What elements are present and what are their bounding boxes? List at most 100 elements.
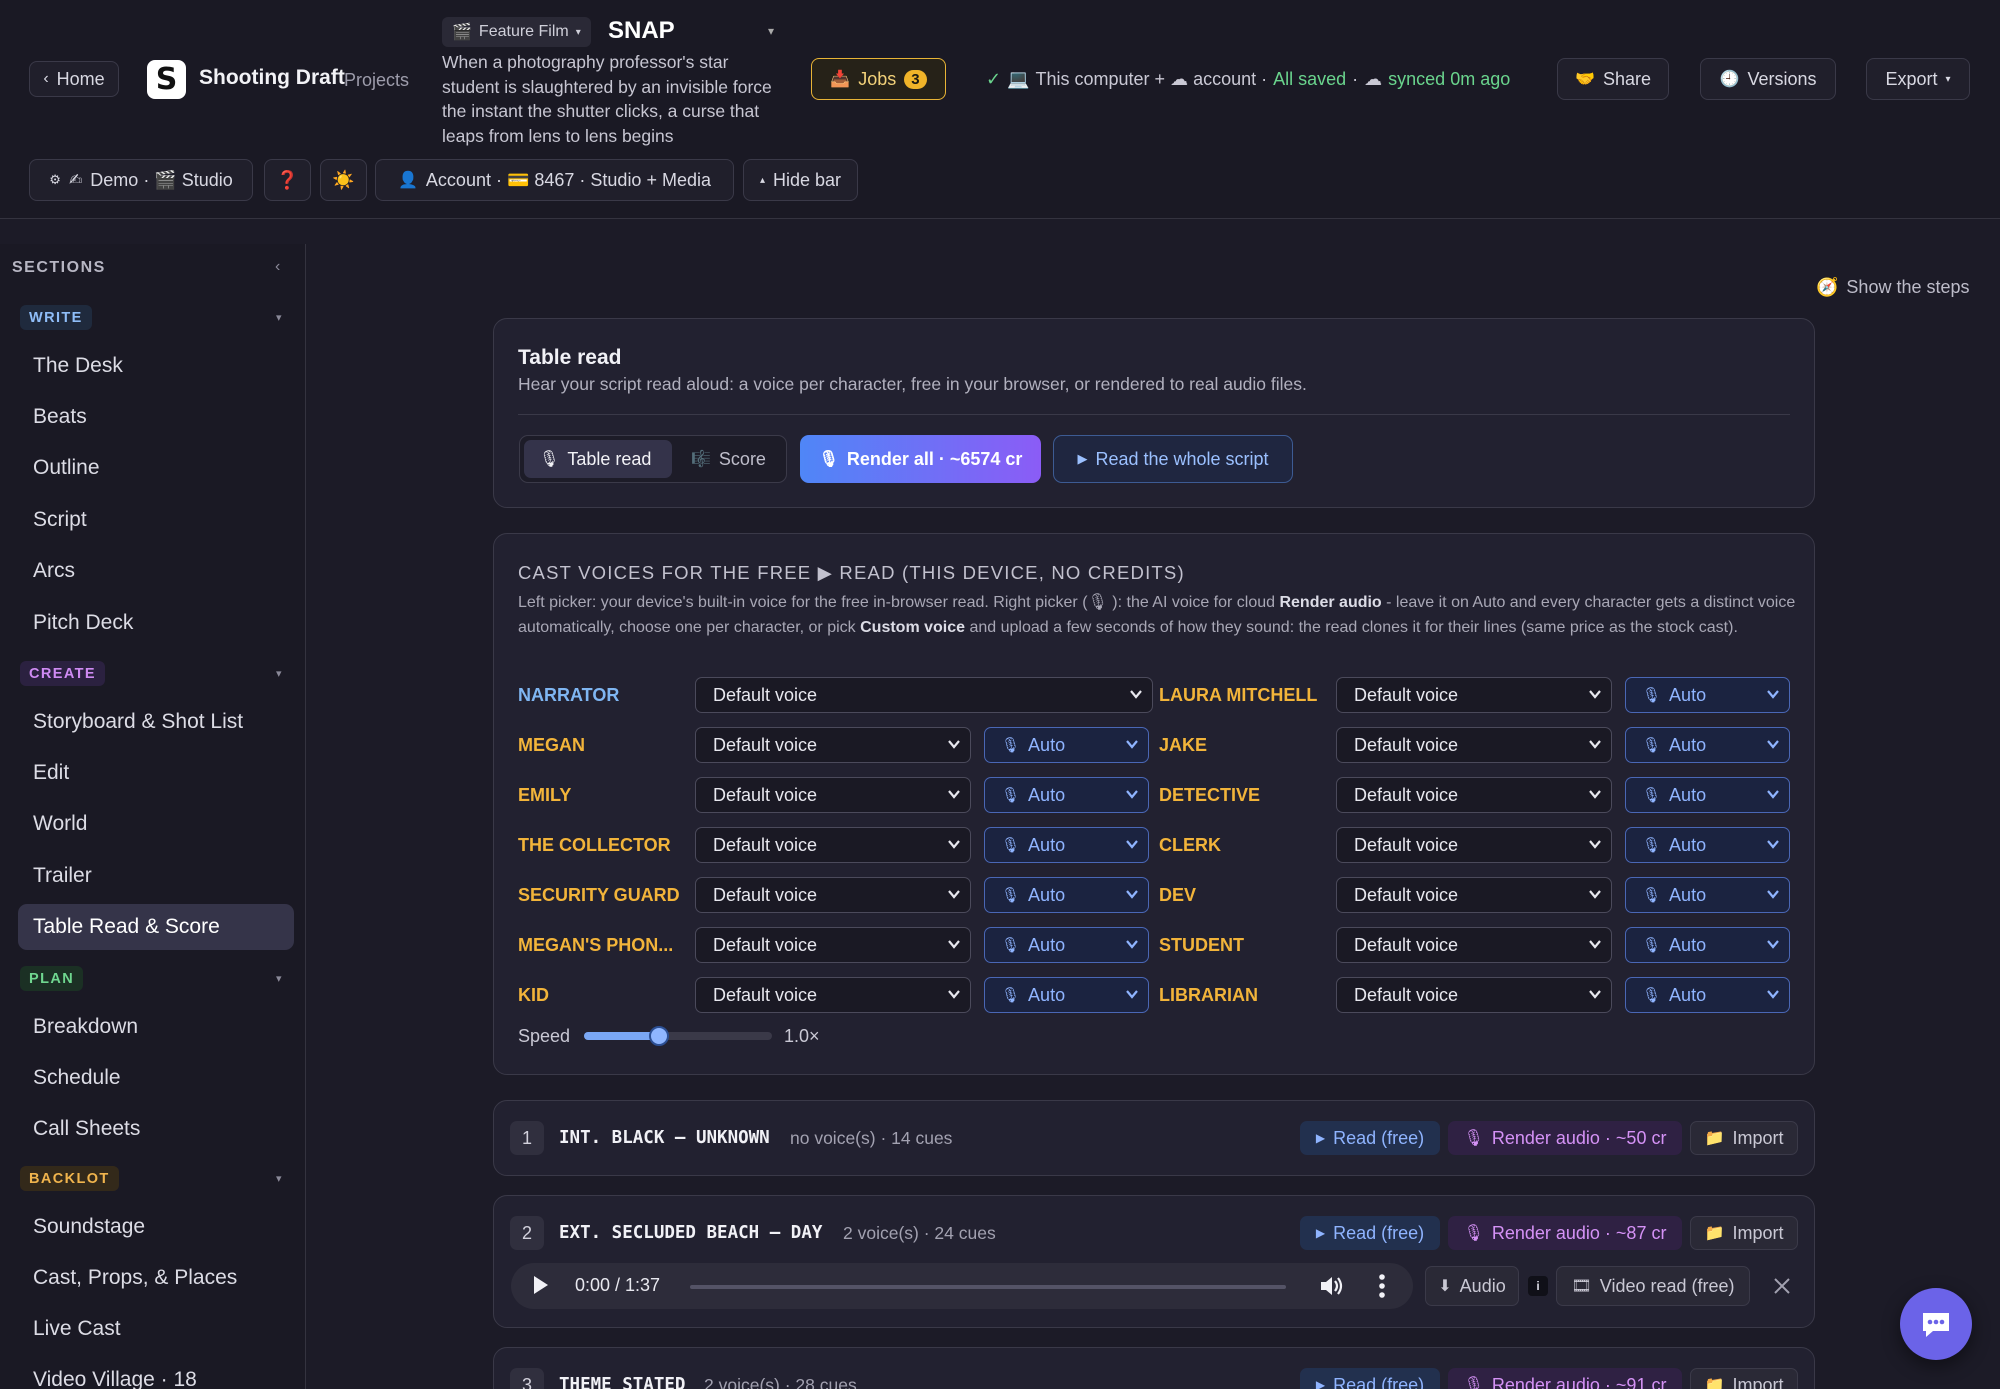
film-type-select[interactable]: 🎬 Feature Film ▾ — [442, 17, 591, 47]
film-title[interactable]: SNAP — [608, 17, 675, 45]
ai-voice-select[interactable]: 🎙 Auto — [984, 827, 1149, 863]
scene-heading[interactable]: INT. BLACK – UNKNOWN — [559, 1128, 770, 1148]
device-voice-select[interactable]: Default voice — [695, 827, 971, 863]
chat-button[interactable] — [1900, 1288, 1972, 1360]
scene-heading[interactable]: EXT. SECLUDED BEACH – DAY — [559, 1223, 822, 1243]
sidebar-item-edit[interactable]: Edit — [18, 750, 294, 796]
tab-table-read[interactable]: 🎙 Table read — [524, 440, 672, 478]
group-write[interactable]: WRITE — [20, 305, 92, 330]
ai-voice-select[interactable]: 🎙 Auto — [984, 877, 1149, 913]
help-button[interactable]: ❓ — [264, 159, 311, 201]
import-button[interactable]: 📁 Import — [1690, 1216, 1798, 1250]
ai-voice-select[interactable]: 🎙 Auto — [984, 727, 1149, 763]
tab-score[interactable]: 🎼 Score — [676, 440, 784, 478]
device-voice-select[interactable]: Default voice — [1336, 927, 1612, 963]
export-button[interactable]: Export ▾ — [1866, 58, 1970, 100]
ai-voice-select[interactable]: 🎙 Auto — [1625, 677, 1790, 713]
sidebar-item-beats[interactable]: Beats — [18, 394, 294, 440]
scene-heading[interactable]: THEME STATED — [559, 1375, 685, 1389]
ai-voice-select[interactable]: 🎙 Auto — [1625, 727, 1790, 763]
theme-toggle[interactable]: ☀️ — [320, 159, 367, 201]
chevron-down-icon[interactable]: ▾ — [276, 311, 282, 324]
sidebar-item-outline[interactable]: Outline — [18, 445, 294, 491]
chevron-down-icon[interactable]: ▾ — [276, 1172, 282, 1185]
import-button[interactable]: 📁 Import — [1690, 1121, 1798, 1155]
read-whole-script-button[interactable]: ▶ Read the whole script — [1053, 435, 1293, 483]
chevron-down-icon — [1126, 840, 1138, 849]
sidebar-item-pitch-deck[interactable]: Pitch Deck — [18, 600, 294, 646]
microphone-icon: 🎙 — [1463, 1225, 1484, 1242]
chevron-down-icon — [1767, 840, 1779, 849]
share-button[interactable]: 🤝 Share — [1557, 58, 1669, 100]
group-plan[interactable]: PLAN — [20, 966, 84, 991]
device-voice-select[interactable]: Default voice — [1336, 677, 1612, 713]
home-button[interactable]: ‹ Home — [29, 61, 119, 97]
audio-progress-track[interactable] — [690, 1285, 1286, 1289]
sidebar-item-trailer[interactable]: Trailer — [18, 853, 294, 899]
character-name: KID — [518, 985, 549, 1005]
sidebar-item-storyboard[interactable]: Storyboard & Shot List — [18, 699, 294, 745]
render-audio-button[interactable]: 🎙 Render audio · ~50 cr — [1448, 1121, 1682, 1155]
speed-slider-handle[interactable] — [649, 1026, 670, 1046]
speed-slider[interactable] — [584, 1026, 772, 1046]
device-voice-select[interactable]: Default voice — [1336, 877, 1612, 913]
play-icon[interactable] — [534, 1276, 548, 1294]
sidebar-item-script[interactable]: Script — [18, 497, 294, 543]
sidebar-item-cast-props-places[interactable]: Cast, Props, & Places — [18, 1255, 294, 1301]
volume-icon[interactable] — [1317, 1272, 1345, 1300]
info-icon[interactable]: i — [1528, 1276, 1548, 1296]
ai-voice-select[interactable]: 🎙 Auto — [1625, 777, 1790, 813]
sidebar-item-soundstage[interactable]: Soundstage — [18, 1204, 294, 1250]
ai-voice-select[interactable]: 🎙 Auto — [1625, 927, 1790, 963]
device-voice-select[interactable]: Default voice — [695, 977, 971, 1013]
sidebar-item-schedule[interactable]: Schedule — [18, 1055, 294, 1101]
import-button[interactable]: 📁 Import — [1690, 1368, 1798, 1389]
account-button[interactable]: 👤 Account · 💳 8467 · Studio + Media — [375, 159, 734, 201]
group-backlot[interactable]: BACKLOT — [20, 1166, 119, 1191]
read-free-button[interactable]: ▶ Read (free) — [1300, 1121, 1440, 1155]
sidebar-item-video-village[interactable]: Video Village · 18 — [18, 1357, 294, 1389]
device-voice-select[interactable]: Default voice — [1336, 977, 1612, 1013]
sidebar-item-live-cast[interactable]: Live Cast — [18, 1306, 294, 1352]
device-voice-select[interactable]: Default voice — [695, 927, 971, 963]
jobs-button[interactable]: 📥 Jobs 3 — [811, 58, 946, 100]
render-all-button[interactable]: 🎙 Render all · ~6574 cr — [800, 435, 1041, 483]
render-audio-button[interactable]: 🎙 Render audio · ~91 cr — [1448, 1368, 1682, 1389]
device-voice-select[interactable]: Default voice — [695, 727, 971, 763]
versions-button[interactable]: 🕘 Versions — [1700, 58, 1836, 100]
show-steps-toggle[interactable]: 🧭 Show the steps — [1816, 277, 1970, 298]
device-voice-select[interactable]: Default voice — [1336, 727, 1612, 763]
read-free-button[interactable]: ▶ Read (free) — [1300, 1368, 1440, 1389]
sidebar-item-world[interactable]: World — [18, 801, 294, 847]
chevron-down-icon[interactable]: ▾ — [276, 972, 282, 985]
ai-voice-select[interactable]: 🎙 Auto — [1625, 877, 1790, 913]
ai-voice-select[interactable]: 🎙 Auto — [1625, 827, 1790, 863]
more-vertical-icon[interactable] — [1378, 1273, 1386, 1299]
sidebar-item-breakdown[interactable]: Breakdown — [18, 1004, 294, 1050]
device-voice-select[interactable]: Default voice — [695, 677, 1153, 713]
sidebar-item-call-sheets[interactable]: Call Sheets — [18, 1106, 294, 1152]
mode-button[interactable]: ⚙ ✍ Demo · 🎬 Studio — [29, 159, 253, 201]
read-free-button[interactable]: ▶ Read (free) — [1300, 1216, 1440, 1250]
device-voice-select[interactable]: Default voice — [1336, 777, 1612, 813]
sidebar-item-arcs[interactable]: Arcs — [18, 548, 294, 594]
chevron-down-icon[interactable]: ▾ — [276, 667, 282, 680]
sidebar-item-the-desk[interactable]: The Desk — [18, 343, 294, 389]
sidebar-item-table-read-score[interactable]: Table Read & Score — [18, 904, 294, 950]
hide-bar-button[interactable]: ▴ Hide bar — [743, 159, 858, 201]
ai-voice-select[interactable]: 🎙 Auto — [1625, 977, 1790, 1013]
device-voice-select[interactable]: Default voice — [1336, 827, 1612, 863]
video-read-button[interactable]: 🎞 Video read (free) — [1556, 1266, 1750, 1306]
ai-voice-select[interactable]: 🎙 Auto — [984, 927, 1149, 963]
projects-link[interactable]: Projects — [344, 70, 409, 91]
title-chevron-icon[interactable]: ▾ — [768, 24, 774, 38]
collapse-sidebar-icon[interactable]: ‹ — [275, 258, 280, 276]
group-create[interactable]: CREATE — [20, 661, 105, 686]
device-voice-select[interactable]: Default voice — [695, 877, 971, 913]
download-audio-button[interactable]: ⬇ Audio — [1425, 1266, 1519, 1306]
device-voice-select[interactable]: Default voice — [695, 777, 971, 813]
close-icon[interactable] — [1772, 1276, 1792, 1296]
ai-voice-select[interactable]: 🎙 Auto — [984, 977, 1149, 1013]
render-audio-button[interactable]: 🎙 Render audio · ~87 cr — [1448, 1216, 1682, 1250]
ai-voice-select[interactable]: 🎙 Auto — [984, 777, 1149, 813]
